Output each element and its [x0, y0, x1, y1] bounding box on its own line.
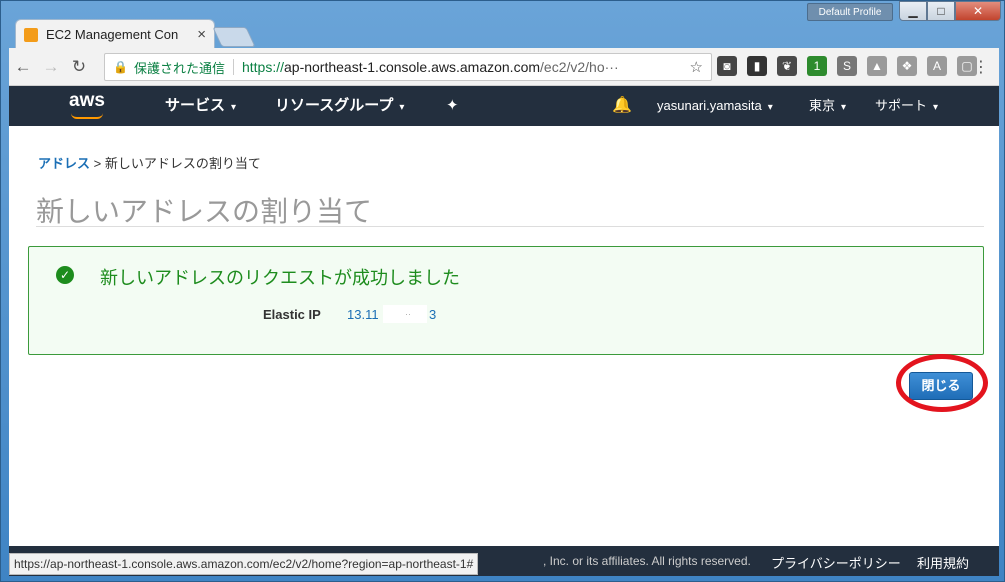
breadcrumb: アドレス > 新しいアドレスの割り当て — [38, 153, 261, 172]
chevron-down-icon: ▾ — [841, 102, 847, 113]
success-panel: ✓ 新しいアドレスのリクエストが成功しました Elastic IP 13.11 … — [28, 246, 984, 355]
window-close-button[interactable]: ✕ — [955, 1, 1001, 21]
aws-favicon-icon — [24, 27, 38, 42]
page-title: 新しいアドレスの割り当て — [36, 196, 373, 227]
services-menu[interactable]: サービス ▾ — [165, 86, 236, 126]
services-label: サービス — [165, 97, 226, 114]
red-highlight-circle — [896, 354, 988, 412]
elastic-ip-value[interactable]: 13.11 — [347, 307, 379, 322]
browser-window: EC2 Management Con × Default Profile ▁ □… — [0, 0, 1005, 582]
tab-strip: EC2 Management Con × Default Profile ▁ □… — [1, 1, 1005, 49]
address-bar[interactable]: 🔒 保護された通信 https://ap-northeast-1.console… — [104, 53, 712, 81]
bookmark-star-icon[interactable]: ☆ — [690, 58, 703, 76]
maximize-button[interactable]: □ — [927, 1, 955, 21]
browser-menu-icon[interactable]: ⋮ — [973, 57, 989, 77]
browser-toolbar: ← → ↻ 🔒 保護された通信 https://ap-northeast-1.c… — [9, 48, 999, 86]
breadcrumb-current: 新しいアドレスの割り当て — [104, 156, 261, 171]
tab-title: EC2 Management Con — [46, 27, 179, 42]
region-label: 東京 — [809, 98, 836, 113]
evernote-clipper-icon[interactable]: ▮ — [747, 56, 767, 76]
privacy-policy-link[interactable]: プライバシーポリシー — [771, 553, 901, 572]
dropbox-icon[interactable]: ❖ — [897, 56, 917, 76]
breadcrumb-addresses-link[interactable]: アドレス — [38, 156, 90, 171]
lock-icon: 🔒 — [113, 60, 128, 74]
aws-logo[interactable]: aws — [69, 90, 113, 120]
extension-icons: ◙ ▮ ❦ 1 S ▲ ❖ A ▢ — [717, 56, 977, 76]
elastic-ip-label: Elastic IP — [263, 307, 321, 322]
elastic-ip-value-tail[interactable]: 3 — [429, 307, 436, 322]
chevron-down-icon: ▾ — [399, 102, 405, 113]
profile-button[interactable]: Default Profile — [807, 3, 893, 21]
url-path: /ec2/v2/ho··· — [540, 59, 619, 75]
chevron-down-icon: ▾ — [231, 102, 237, 113]
chevron-down-icon: ▾ — [933, 102, 939, 113]
pocket-icon[interactable]: ◙ — [717, 56, 737, 76]
support-menu[interactable]: サポート ▾ — [875, 86, 938, 126]
badge-extension-icon[interactable]: 1 — [807, 56, 827, 76]
back-button[interactable]: ← — [9, 57, 37, 77]
resource-groups-menu[interactable]: リソースグループ ▾ — [275, 86, 404, 126]
aws-logo-text: aws — [69, 90, 105, 111]
pin-icon[interactable]: ✦ — [446, 96, 459, 114]
elastic-ip-redacted-dots: ·· — [405, 309, 411, 319]
success-message: 新しいアドレスのリクエストが成功しました — [100, 268, 460, 288]
tab-close-icon[interactable]: × — [197, 26, 206, 43]
address-separator — [232, 59, 234, 75]
secure-label: 保護された通信 — [133, 60, 225, 76]
drive-icon[interactable]: ▲ — [867, 56, 887, 76]
chevron-down-icon: ▾ — [767, 102, 773, 113]
bell-icon[interactable]: 🔔 — [612, 95, 632, 115]
title-divider — [36, 226, 984, 227]
url-host: ap-northeast-1.console.aws.amazon.com — [284, 59, 541, 75]
url-text[interactable]: https://ap-northeast-1.console.aws.amazo… — [242, 59, 684, 75]
evernote-icon[interactable]: ❦ — [777, 56, 797, 76]
status-bar-url: https://ap-northeast-1.console.aws.amazo… — [9, 553, 479, 575]
copyright-text: , Inc. or its affiliates. All rights res… — [543, 554, 751, 568]
new-tab-button[interactable] — [212, 27, 256, 47]
terms-link[interactable]: 利用規約 — [917, 553, 969, 572]
account-username: yasunari.yamasita — [657, 98, 762, 113]
minimize-button[interactable]: ▁ — [899, 1, 927, 21]
acrobat-icon[interactable]: A — [927, 56, 947, 76]
account-menu[interactable]: yasunari.yamasita ▾ — [657, 86, 773, 126]
scribd-icon[interactable]: S — [837, 56, 857, 76]
aws-smile-icon — [71, 113, 103, 119]
region-menu[interactable]: 東京 ▾ — [809, 86, 846, 126]
success-check-icon: ✓ — [56, 266, 74, 284]
url-scheme: https:// — [241, 59, 284, 75]
resource-groups-label: リソースグループ — [275, 97, 394, 114]
forward-button[interactable]: → — [37, 57, 65, 77]
aws-nav-bar: aws サービス ▾ リソースグループ ▾ ✦ 🔔 yasunari.yamasit… — [9, 86, 999, 126]
main-content: アドレス > 新しいアドレスの割り当て 新しいアドレスの割り当て ✓ 新しいアド… — [9, 126, 999, 546]
tab-ec2-console[interactable]: EC2 Management Con × — [15, 19, 215, 49]
reload-button[interactable]: ↻ — [65, 57, 93, 77]
support-label: サポート — [875, 98, 928, 113]
breadcrumb-separator: > — [90, 156, 105, 171]
